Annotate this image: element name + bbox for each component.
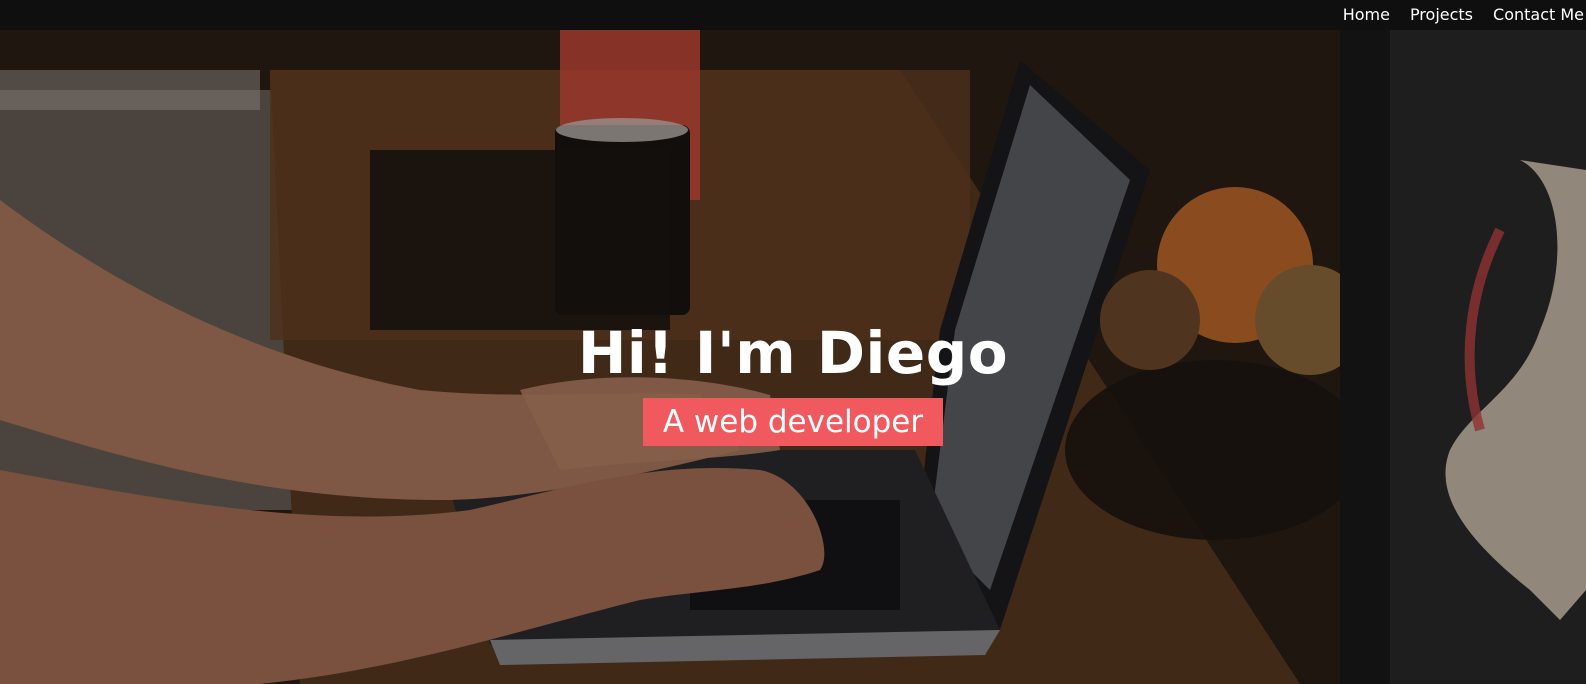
hero-subtitle-badge: A web developer [642,398,944,446]
nav-link-home[interactable]: Home [1343,0,1390,30]
hero-content: Hi! I'm Diego A web developer [0,312,1586,446]
hero-title: Hi! I'm Diego [577,319,1009,387]
top-navbar: Home Projects Contact Me [0,0,1586,30]
nav-link-contact-me[interactable]: Contact Me [1493,0,1584,30]
hero-section: Hi! I'm Diego A web developer [0,30,1586,684]
nav-link-projects[interactable]: Projects [1410,0,1473,30]
